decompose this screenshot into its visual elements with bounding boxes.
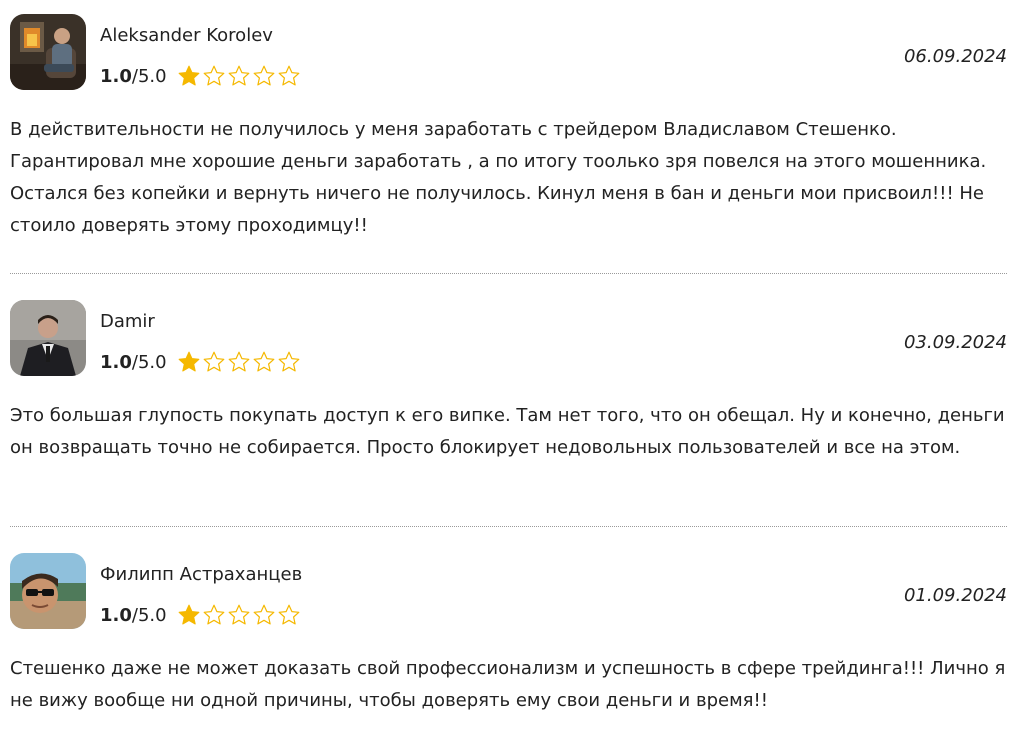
- avatar-photo-icon: [10, 14, 86, 90]
- avatar-photo-icon: [10, 553, 86, 629]
- star-empty-icon: [227, 603, 251, 627]
- rating: 1.0 /5.0: [100, 601, 302, 629]
- star-empty-icon: [202, 603, 226, 627]
- review-header: Aleksander Korolev 1.0 /5.0 06.09.2024: [10, 14, 1007, 90]
- star-empty-icon: [227, 64, 251, 88]
- star-empty-icon: [202, 350, 226, 374]
- review-text: Это большая глупость покупать доступ к е…: [10, 405, 1005, 458]
- avatar-photo-icon: [10, 300, 86, 376]
- avatar: [10, 300, 86, 376]
- rating: 1.0 /5.0: [100, 62, 302, 90]
- author-name: Damir: [100, 311, 155, 332]
- star-filled-icon: [177, 603, 201, 627]
- review-date: 03.09.2024: [903, 332, 1007, 353]
- star-empty-icon: [252, 603, 276, 627]
- author-name: Aleksander Korolev: [100, 25, 273, 46]
- star-empty-icon: [277, 603, 301, 627]
- star-empty-icon: [252, 64, 276, 88]
- rating: 1.0 /5.0: [100, 348, 302, 376]
- rating-stars: [177, 350, 302, 374]
- review-item: Damir 1.0 /5.0 03.09.2024 Это большая гл…: [10, 300, 1007, 464]
- review-header: Damir 1.0 /5.0 03.09.2024: [10, 300, 1007, 376]
- rating-max: /5.0: [131, 65, 167, 87]
- rating-max: /5.0: [131, 351, 167, 373]
- review-item: Aleksander Korolev 1.0 /5.0 06.09.2024 В…: [10, 14, 1007, 242]
- rating-value: 1.0: [100, 604, 132, 626]
- divider: [10, 526, 1007, 527]
- avatar: [10, 14, 86, 90]
- review-item: Филипп Астраханцев 1.0 /5.0 01.09.2024 С…: [10, 553, 1007, 717]
- reviews-list: Aleksander Korolev 1.0 /5.0 06.09.2024 В…: [0, 0, 1020, 736]
- star-empty-icon: [202, 64, 226, 88]
- star-empty-icon: [227, 350, 251, 374]
- star-filled-icon: [177, 350, 201, 374]
- avatar: [10, 553, 86, 629]
- review-header: Филипп Астраханцев 1.0 /5.0 01.09.2024: [10, 553, 1007, 629]
- review-date: 01.09.2024: [903, 585, 1007, 606]
- author-name: Филипп Астраханцев: [100, 564, 303, 585]
- rating-max: /5.0: [131, 604, 167, 626]
- review-text: Стешенко даже не может доказать свой про…: [10, 658, 1006, 711]
- star-filled-icon: [177, 64, 201, 88]
- star-empty-icon: [277, 350, 301, 374]
- review-text: В действительности не получилось у меня …: [10, 119, 987, 236]
- review-date: 06.09.2024: [903, 46, 1007, 67]
- rating-value: 1.0: [100, 65, 132, 87]
- star-empty-icon: [277, 64, 301, 88]
- rating-stars: [177, 603, 302, 627]
- rating-stars: [177, 64, 302, 88]
- star-empty-icon: [252, 350, 276, 374]
- rating-value: 1.0: [100, 351, 132, 373]
- divider: [10, 273, 1007, 274]
